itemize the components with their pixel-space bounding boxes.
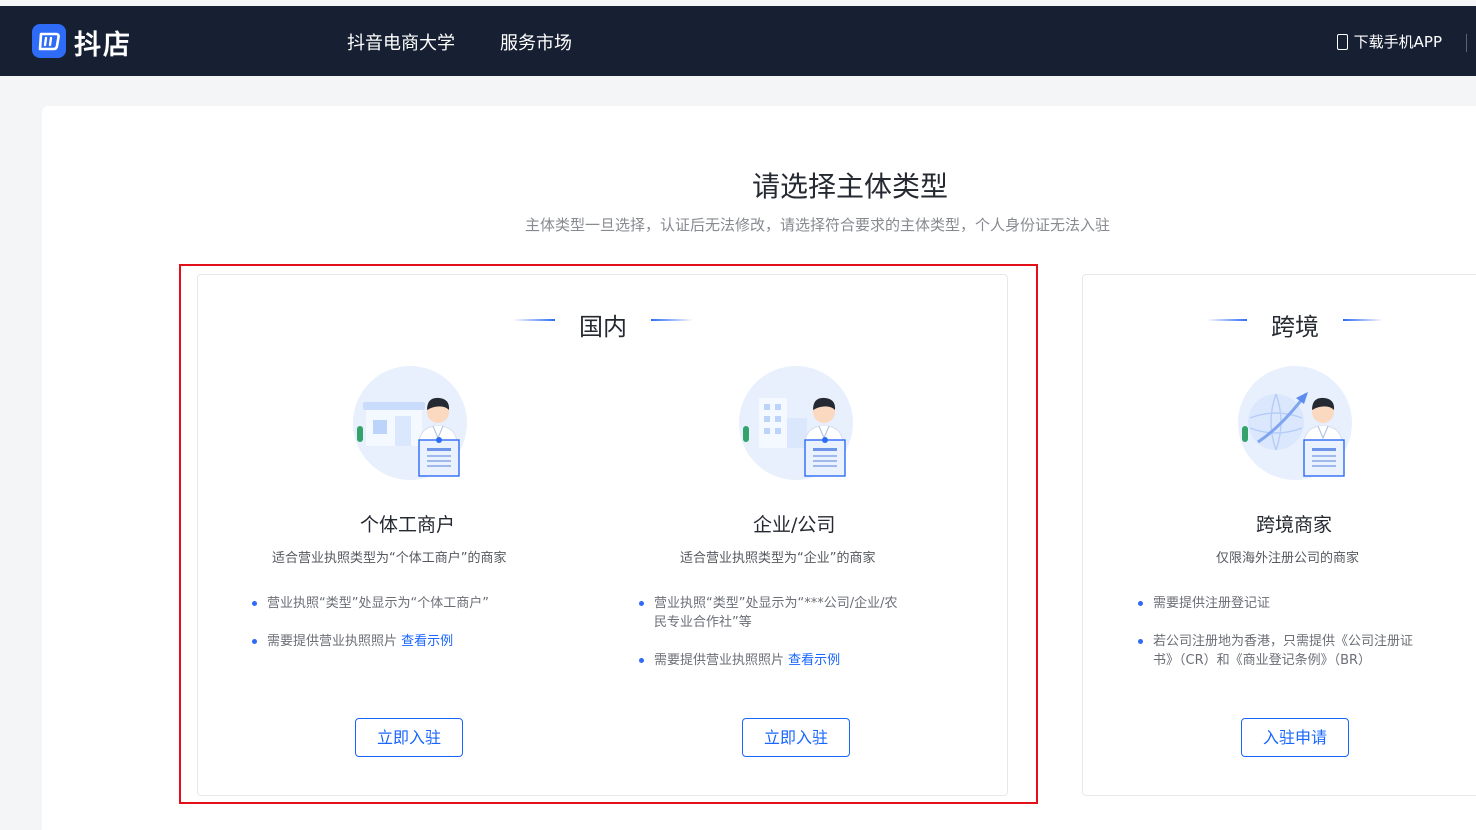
crossborder-requirement-2-line2: 书》（CR）和《商业登记条例》（BR）: [1153, 653, 1372, 668]
crossborder-requirement-2-line1: 若公司注册地为香港，只需提供《公司注册证: [1153, 634, 1414, 649]
doudian-logo-icon[interactable]: [32, 24, 66, 58]
download-app-link[interactable]: 下载手机APP: [1336, 31, 1442, 52]
download-app-label: 下载手机APP: [1353, 33, 1442, 51]
nav-douyin-university[interactable]: 抖音电商大学: [347, 29, 455, 55]
nav-service-market[interactable]: 服务市场: [500, 29, 572, 55]
crossborder-globe-illustration-icon: [1238, 366, 1352, 480]
title-deco-line-right: [1343, 319, 1383, 321]
phone-icon: [1336, 33, 1348, 50]
page-subtitle: 主体类型一旦选择，认证后无法修改，请选择符合要求的主体类型，个人身份证无法入驻: [525, 216, 1111, 234]
crossborder-title: 跨境: [1271, 313, 1319, 341]
header-divider: [1466, 34, 1467, 52]
type-desc-crossborder: 仅限海外注册公司的商家: [1216, 551, 1360, 566]
apply-crossborder-button[interactable]: 入驻申请: [1241, 718, 1349, 757]
top-nav-bar: 抖店 抖音电商大学 服务市场 下载手机APP: [0, 6, 1476, 76]
selection-highlight-frame: [179, 264, 1038, 804]
title-deco-line-left: [1207, 319, 1247, 321]
page-title: 请选择主体类型: [752, 170, 949, 203]
crossborder-requirement-1-text: 需要提供注册登记证: [1153, 596, 1271, 611]
type-name-crossborder: 跨境商家: [1256, 514, 1333, 536]
crossborder-requirement-1: 需要提供注册登记证: [1138, 594, 1270, 613]
crossborder-requirement-2: 若公司注册地为香港，只需提供《公司注册证 书》（CR）和《商业登记条例》（BR）: [1138, 632, 1413, 670]
logo-text[interactable]: 抖店: [74, 23, 132, 62]
